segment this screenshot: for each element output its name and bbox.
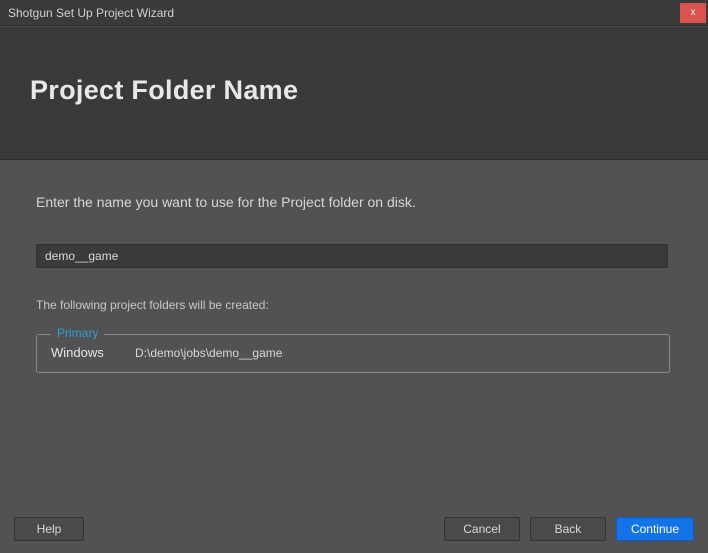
page-title: Project Folder Name — [30, 75, 678, 106]
help-button[interactable]: Help — [14, 517, 84, 541]
instruction-text: Enter the name you want to use for the P… — [36, 194, 672, 210]
content-area: Enter the name you want to use for the P… — [0, 160, 708, 373]
close-button[interactable]: x — [680, 3, 706, 23]
primary-storage-group: Primary Windows D:\demo\jobs\demo__game — [36, 334, 670, 373]
titlebar: Shotgun Set Up Project Wizard x — [0, 0, 708, 26]
back-button[interactable]: Back — [530, 517, 606, 541]
window-title: Shotgun Set Up Project Wizard — [8, 6, 174, 20]
cancel-button[interactable]: Cancel — [444, 517, 520, 541]
os-row: Windows D:\demo\jobs\demo__game — [51, 345, 655, 360]
os-label: Windows — [51, 345, 111, 360]
continue-button[interactable]: Continue — [616, 517, 694, 541]
project-folder-input[interactable] — [36, 244, 668, 268]
primary-legend: Primary — [51, 326, 104, 340]
os-path: D:\demo\jobs\demo__game — [135, 346, 282, 360]
header-band: Project Folder Name — [0, 26, 708, 160]
close-icon: x — [691, 7, 696, 18]
created-folders-label: The following project folders will be cr… — [36, 298, 672, 312]
footer-bar: Help Cancel Back Continue — [0, 505, 708, 553]
